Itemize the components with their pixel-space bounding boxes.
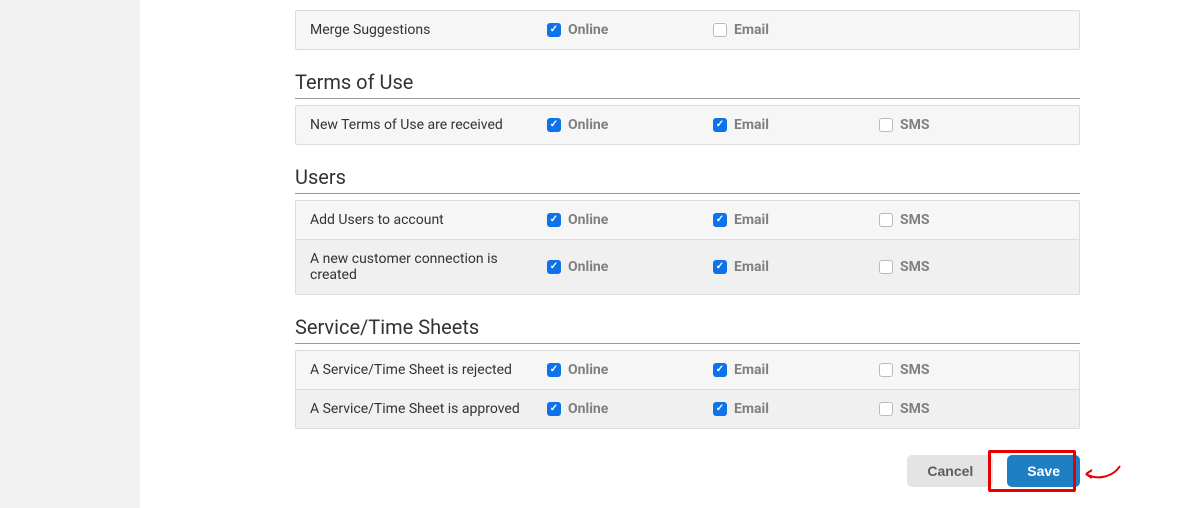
check-label-sms: SMS	[900, 401, 930, 417]
check-label-email: Email	[734, 22, 769, 38]
check-email[interactable]: ✓ Email	[713, 362, 783, 378]
check-label-email: Email	[734, 259, 769, 275]
check-label-online: Online	[568, 212, 608, 228]
check-label-email: Email	[734, 212, 769, 228]
checkbox-icon	[713, 23, 727, 37]
check-online[interactable]: ✓ Online	[547, 401, 617, 417]
checkbox-icon	[879, 118, 893, 132]
row-label: Add Users to account	[310, 212, 547, 228]
check-online[interactable]: ✓ Online	[547, 117, 617, 133]
checkbox-icon	[879, 363, 893, 377]
row-label: New Terms of Use are received	[310, 117, 547, 133]
row-checks: ✓ Online ✓ Email SMS	[547, 362, 949, 378]
row-label: A Service/Time Sheet is approved	[310, 401, 547, 417]
table-row: A new customer connection is created ✓ O…	[296, 239, 1079, 294]
check-label-sms: SMS	[900, 212, 930, 228]
section-title-users: Users	[295, 165, 1080, 194]
checkbox-icon: ✓	[713, 363, 727, 377]
check-online[interactable]: ✓ Online	[547, 362, 617, 378]
check-label-online: Online	[568, 362, 608, 378]
checkbox-icon	[879, 402, 893, 416]
table-row: A Service/Time Sheet is rejected ✓ Onlin…	[296, 351, 1079, 389]
checkbox-icon: ✓	[547, 260, 561, 274]
check-email[interactable]: ✓ Email	[713, 401, 783, 417]
check-label-online: Online	[568, 401, 608, 417]
table-row: A Service/Time Sheet is approved ✓ Onlin…	[296, 389, 1079, 428]
check-online[interactable]: ✓ Online	[547, 259, 617, 275]
check-sms[interactable]: SMS	[879, 117, 949, 133]
row-checks: ✓ Online ✓ Email SMS	[547, 259, 949, 275]
main-content: Merge Suggestions ✓ Online Email Terms o…	[140, 0, 1200, 508]
checkbox-icon: ✓	[547, 363, 561, 377]
check-email[interactable]: Email	[713, 22, 783, 38]
table-row: Add Users to account ✓ Online ✓ Email SM…	[296, 201, 1079, 239]
check-email[interactable]: ✓ Email	[713, 212, 783, 228]
check-online[interactable]: ✓ Online	[547, 212, 617, 228]
checkbox-icon: ✓	[547, 402, 561, 416]
save-button[interactable]: Save	[1007, 455, 1080, 487]
check-label-online: Online	[568, 259, 608, 275]
section-table: Merge Suggestions ✓ Online Email	[295, 10, 1080, 50]
check-email[interactable]: ✓ Email	[713, 259, 783, 275]
checkbox-icon: ✓	[713, 118, 727, 132]
section-table: A Service/Time Sheet is rejected ✓ Onlin…	[295, 350, 1080, 429]
row-checks: ✓ Online ✓ Email SMS	[547, 401, 949, 417]
row-label: Merge Suggestions	[310, 22, 547, 38]
footer-buttons: Cancel Save	[295, 455, 1080, 487]
row-label: A Service/Time Sheet is rejected	[310, 362, 547, 378]
check-email[interactable]: ✓ Email	[713, 117, 783, 133]
check-sms[interactable]: SMS	[879, 362, 949, 378]
section-table: Add Users to account ✓ Online ✓ Email SM…	[295, 200, 1080, 295]
checkbox-icon: ✓	[713, 402, 727, 416]
check-label-sms: SMS	[900, 117, 930, 133]
row-checks: ✓ Online ✓ Email SMS	[547, 212, 949, 228]
table-row: Merge Suggestions ✓ Online Email	[296, 11, 1079, 49]
check-label-online: Online	[568, 22, 608, 38]
checkbox-icon: ✓	[547, 23, 561, 37]
checkbox-icon	[879, 213, 893, 227]
table-row: New Terms of Use are received ✓ Online ✓…	[296, 106, 1079, 144]
checkbox-icon: ✓	[547, 213, 561, 227]
checkbox-icon	[879, 260, 893, 274]
page: Merge Suggestions ✓ Online Email Terms o…	[0, 0, 1200, 508]
check-label-email: Email	[734, 401, 769, 417]
section-title-service: Service/Time Sheets	[295, 315, 1080, 344]
check-sms[interactable]: SMS	[879, 401, 949, 417]
check-label-sms: SMS	[900, 362, 930, 378]
checkbox-icon: ✓	[713, 213, 727, 227]
checkbox-icon: ✓	[547, 118, 561, 132]
row-checks: ✓ Online Email	[547, 22, 783, 38]
cancel-button[interactable]: Cancel	[907, 455, 993, 487]
checkbox-icon: ✓	[713, 260, 727, 274]
section-table: New Terms of Use are received ✓ Online ✓…	[295, 105, 1080, 145]
check-label-email: Email	[734, 362, 769, 378]
row-label: A new customer connection is created	[310, 251, 547, 283]
check-label-email: Email	[734, 117, 769, 133]
section-title-terms: Terms of Use	[295, 70, 1080, 99]
check-sms[interactable]: SMS	[879, 259, 949, 275]
row-checks: ✓ Online ✓ Email SMS	[547, 117, 949, 133]
check-label-online: Online	[568, 117, 608, 133]
sidebar	[0, 0, 140, 508]
check-online[interactable]: ✓ Online	[547, 22, 617, 38]
check-sms[interactable]: SMS	[879, 212, 949, 228]
check-label-sms: SMS	[900, 259, 930, 275]
